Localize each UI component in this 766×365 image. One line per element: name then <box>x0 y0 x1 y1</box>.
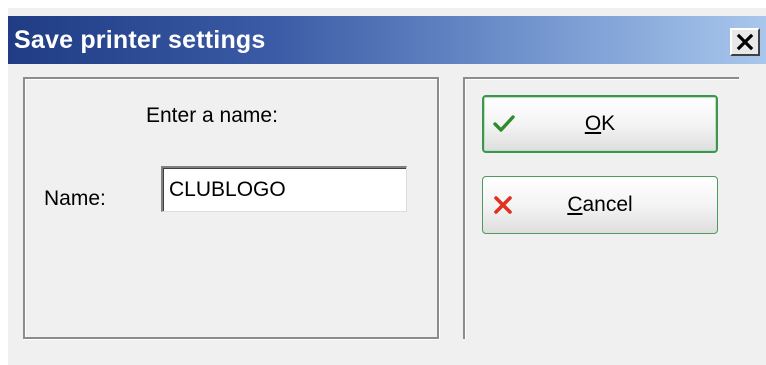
close-icon <box>736 33 754 51</box>
dialog-title: Save printer settings <box>14 26 266 54</box>
prompt-label: Enter a name: <box>146 104 278 127</box>
name-label: Name: <box>44 187 106 210</box>
name-input[interactable] <box>161 166 407 212</box>
close-button[interactable] <box>730 28 760 56</box>
ok-button-label: OK <box>584 112 616 135</box>
ok-button[interactable]: OK <box>482 95 718 153</box>
cancel-button-label: Cancel <box>567 193 633 216</box>
cancel-button[interactable]: Cancel <box>482 176 718 234</box>
title-bar[interactable]: Save printer settings <box>8 16 766 64</box>
